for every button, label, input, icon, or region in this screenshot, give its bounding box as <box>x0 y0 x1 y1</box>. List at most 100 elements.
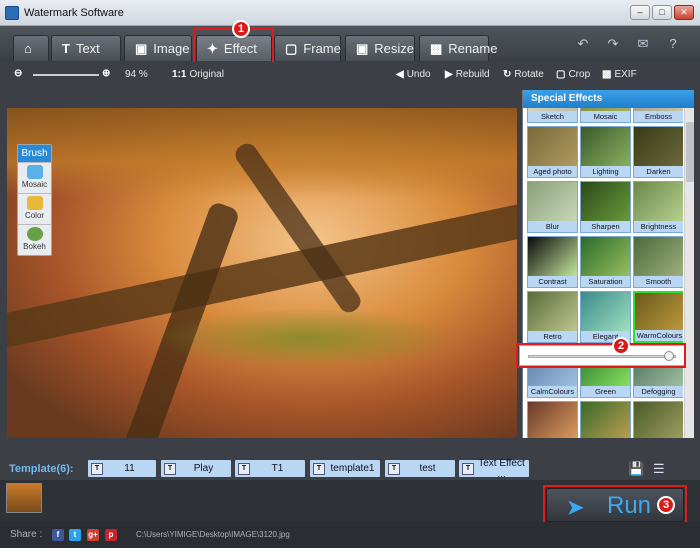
chat-icon[interactable]: ✉ <box>628 33 658 55</box>
effect-elegant[interactable]: Elegant <box>580 291 631 343</box>
rebuild-button[interactable]: ▶ Rebuild <box>445 69 490 80</box>
undo-label: Undo <box>406 69 431 80</box>
effect-label: Emboss <box>634 111 683 122</box>
effect-thumbnail <box>528 127 577 167</box>
original-size-icon: 1:1 <box>172 69 187 80</box>
effect-label: Smooth <box>634 276 683 287</box>
app-icon <box>5 6 19 20</box>
effect-label: Sharpen <box>581 221 630 232</box>
effect-colorcorrection[interactable]: ColorCorrection <box>580 401 631 438</box>
brush-bokeh[interactable]: Bokeh <box>18 224 51 255</box>
template-list-icon[interactable]: ☰ <box>653 461 665 477</box>
effect-retro[interactable]: Retro <box>527 291 578 343</box>
tab-label: Image <box>153 41 190 56</box>
undo-button[interactable]: ◀ Undo <box>396 69 431 80</box>
annotation-box-slider <box>516 343 686 368</box>
rename-icon: ▩ <box>430 40 443 56</box>
crop-label: Crop <box>568 69 591 80</box>
annotation-badge-1: 1 <box>232 20 250 38</box>
zoom-level: 94 % <box>125 69 148 80</box>
maximize-button[interactable]: □ <box>652 5 672 20</box>
zoom-slider[interactable] <box>33 74 99 76</box>
effect-sharpen[interactable]: Sharpen <box>580 181 631 233</box>
tab-rename[interactable]: ▩ Rename <box>419 35 497 61</box>
mosaic-icon <box>26 165 43 179</box>
google-plus-icon[interactable]: g+ <box>87 529 99 541</box>
effect-thumbnail <box>581 182 630 222</box>
rebuild-label: Rebuild <box>455 69 490 80</box>
template-item[interactable]: Ttest <box>385 460 455 477</box>
template-icon: T <box>462 462 474 475</box>
template-icon: T <box>388 462 400 475</box>
template-item[interactable]: T 11 <box>88 460 156 477</box>
effect-mosaic[interactable]: Mosaic <box>580 108 631 123</box>
brush-mosaic[interactable]: Mosaic <box>18 162 51 193</box>
close-button[interactable]: ✕ <box>674 5 694 20</box>
effect-aged-photo[interactable]: Aged photo <box>527 126 578 178</box>
zoom-out-icon[interactable]: ⊖ <box>14 68 22 79</box>
exif-icon: ▩ <box>602 69 612 80</box>
save-template-icon[interactable]: 💾 <box>628 461 644 477</box>
rotate-label: Rotate <box>514 69 544 80</box>
tab-resize[interactable]: ▣ Resize <box>345 35 415 61</box>
effect-thumbnail <box>528 402 577 438</box>
resize-icon: ▣ <box>356 40 369 56</box>
annotation-badge-2: 2 <box>612 337 630 355</box>
template-item[interactable]: T T1 <box>235 460 305 477</box>
effects-scrollbar[interactable] <box>684 108 694 438</box>
effect-sketch[interactable]: Sketch <box>527 108 578 123</box>
tab-frame[interactable]: ▢ Frame <box>274 35 341 61</box>
effect-label: Blur <box>528 221 577 232</box>
tab-image[interactable]: ▣ Image <box>124 35 192 61</box>
rotate-icon: ↻ <box>503 69 512 80</box>
effect-label: Contrast <box>528 276 577 287</box>
effect-brightness[interactable]: Brightness <box>633 181 683 233</box>
frame-icon: ▢ <box>285 40 298 56</box>
original-size-button[interactable]: 1:1 Original <box>172 69 224 80</box>
exif-button[interactable]: ▩ EXIF <box>602 69 637 80</box>
effect-label: Darken <box>634 166 683 177</box>
effect-blur[interactable]: Blur <box>527 181 578 233</box>
brush-color[interactable]: Color <box>18 193 51 224</box>
status-bar: Share : f t g+ p C:\Users\YIMIGE\Desktop… <box>0 522 700 548</box>
zoom-in-icon[interactable]: ⊕ <box>102 68 110 79</box>
scrollbar-thumb[interactable] <box>686 122 694 182</box>
template-item[interactable]: Ttemplate1 <box>310 460 380 477</box>
crop-button[interactable]: ▢ Crop <box>556 69 590 80</box>
minimize-button[interactable]: – <box>630 5 650 20</box>
effect-darken[interactable]: Darken <box>633 126 683 178</box>
undo-icon[interactable]: ↶ <box>568 33 598 55</box>
template-bar: Template(6): T 11 T Play T T1 Ttemplate1 Tt… <box>0 458 700 480</box>
brush-label: Mosaic <box>21 180 48 189</box>
rotate-button[interactable]: ↻ Rotate <box>503 69 544 80</box>
template-item[interactable]: T Play <box>161 460 231 477</box>
tab-home[interactable]: ⌂ <box>13 35 49 61</box>
template-icon: T <box>238 462 250 475</box>
effect-thumbnail <box>634 127 683 167</box>
effect-warmcolours[interactable]: WarmColours <box>633 291 683 343</box>
image-canvas[interactable] <box>7 108 517 438</box>
template-name: 11 <box>124 463 135 474</box>
template-name: T1 <box>271 463 284 474</box>
effect-contrast[interactable]: Contrast <box>527 236 578 288</box>
effect-thumbnail <box>528 292 577 332</box>
facebook-icon[interactable]: f <box>52 529 64 541</box>
effect-smooth[interactable]: Smooth <box>633 236 683 288</box>
effect-emboss[interactable]: Emboss <box>633 108 683 123</box>
effect-lighting[interactable]: Lighting <box>580 126 631 178</box>
effect-emphasize[interactable]: Emphasize <box>633 401 683 438</box>
template-item[interactable]: T Text Effect ... <box>459 458 529 480</box>
tab-label: Rename <box>448 41 498 56</box>
annotation-badge-3: 3 <box>657 496 675 514</box>
effect-enhancecolor[interactable]: EnhanceColor <box>527 401 578 438</box>
help-icon[interactable]: ? <box>658 33 688 55</box>
effect-saturation[interactable]: Saturation <box>580 236 631 288</box>
image-thumbnail[interactable] <box>6 483 42 513</box>
effect-thumbnail <box>581 292 630 332</box>
effect-thumbnail <box>581 237 630 277</box>
pinterest-icon[interactable]: p <box>105 529 117 541</box>
text-icon: T <box>62 41 70 56</box>
tab-text[interactable]: T Text <box>51 35 121 61</box>
redo-icon[interactable]: ↷ <box>598 33 628 55</box>
twitter-icon[interactable]: t <box>69 529 81 541</box>
